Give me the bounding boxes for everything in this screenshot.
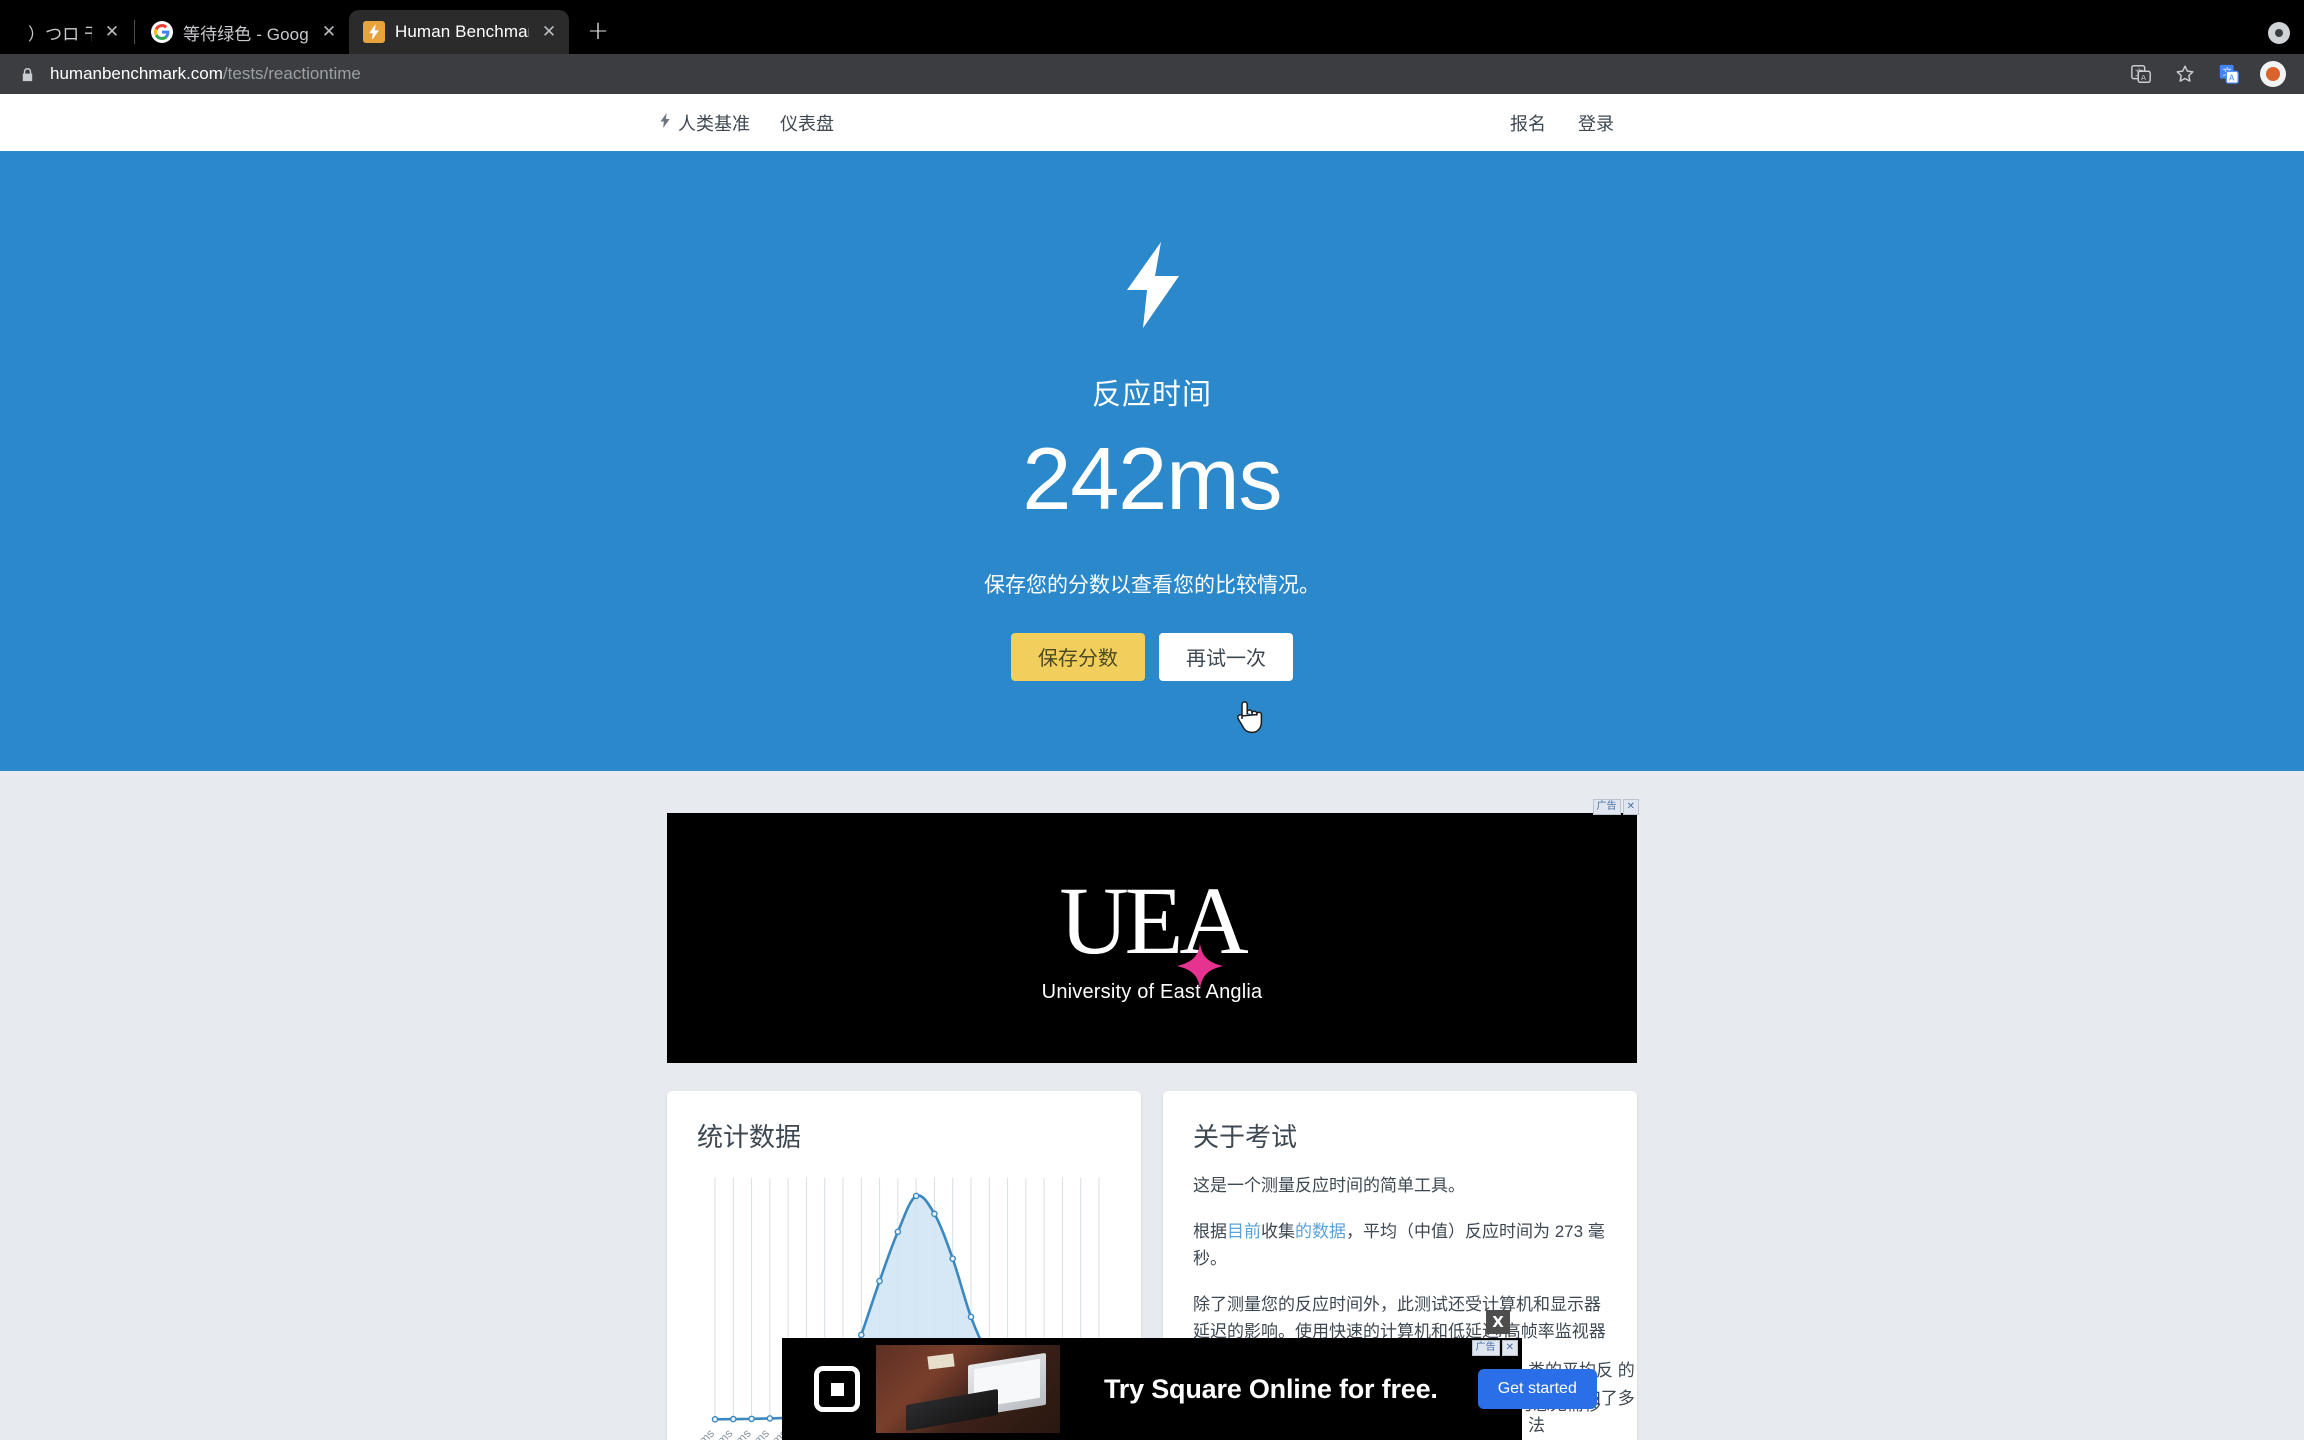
uea-advertisement[interactable]: UEA University of East Anglia: [667, 813, 1637, 1063]
ad-badges: 广告 ✕: [1592, 799, 1639, 815]
about-paragraph: 根据目前收集的数据，平均（中值）反应时间为 273 毫秒。: [1193, 1218, 1607, 1273]
chart-data-point: [894, 1228, 902, 1236]
about-link[interactable]: 目前: [1227, 1222, 1261, 1241]
ad-label-badge[interactable]: 广告: [1592, 799, 1621, 815]
statistics-title: 统计数据: [697, 1122, 802, 1152]
browser-tab-bilibili[interactable]: ）つロ 干杯~-bili ✕: [0, 10, 132, 54]
bottom-ad-headline: Try Square Online for free.: [1104, 1373, 1438, 1404]
tab-title: 等待绿色 - Google 搜索: [183, 24, 309, 44]
about-link[interactable]: 的数据: [1295, 1222, 1346, 1241]
chart-data-point: [729, 1415, 737, 1423]
address-bar[interactable]: humanbenchmark.com/tests/reactiontime: [14, 59, 2118, 89]
reaction-time-hero: 反应时间 242ms 保存您的分数以查看您的比较情况。 保存分数 再试一次: [0, 151, 2304, 771]
nav-item-signup[interactable]: 报名: [1510, 110, 1546, 136]
ad-photo-note: [927, 1353, 955, 1370]
lightning-bolt-icon: [1121, 241, 1183, 333]
bilibili-icon: [0, 21, 18, 43]
lightning-icon: [660, 112, 671, 133]
save-score-button[interactable]: 保存分数: [1011, 632, 1145, 681]
tab-close-icon[interactable]: ✕: [319, 22, 339, 42]
browser-tab-human-benchmark[interactable]: Human Benchmark - Reaction ✕: [349, 10, 569, 54]
uea-subtitle: University of East Anglia: [1041, 980, 1263, 1003]
bottom-ad-close-button[interactable]: X: [1486, 1310, 1510, 1334]
nav-brand-link[interactable]: 人类基准: [660, 110, 750, 136]
try-again-button[interactable]: 再试一次: [1159, 632, 1293, 681]
bottom-ad-square[interactable]: X 广告 ✕ Try Square Online for free. Get s…: [782, 1310, 1597, 1440]
about-text: 收集: [1261, 1221, 1295, 1241]
uea-logo-text: UEA: [1059, 866, 1248, 974]
svg-text:A: A: [2229, 73, 2235, 82]
reaction-score: 242ms: [1022, 428, 1282, 528]
lightning-icon: [363, 21, 385, 43]
toolbar-icons: 文 A 文 A: [2128, 61, 2290, 87]
window-controls: [2268, 22, 2304, 54]
bottom-ad-label-badge[interactable]: 广告: [1471, 1340, 1500, 1356]
avatar-inner: [2266, 67, 2280, 81]
uea-logo: UEA: [1059, 872, 1249, 989]
browser-tab-google-search[interactable]: 等待绿色 - Google 搜索 ✕: [137, 10, 349, 54]
hero-button-group: 保存分数 再试一次: [1011, 632, 1293, 681]
bottom-ad-cta-button[interactable]: Get started: [1477, 1369, 1597, 1409]
site-navigation: 人类基准 仪表盘 报名 登录: [0, 94, 2304, 151]
url-text: humanbenchmark.com/tests/reactiontime: [50, 64, 361, 84]
page-title: 反应时间: [1091, 378, 1212, 411]
chart-data-point: [967, 1313, 975, 1321]
about-title: 关于考试: [1193, 1122, 1298, 1152]
browser-window: ）つロ 干杯~-bili ✕ 等待绿色 - Google 搜索 ✕: [0, 0, 2304, 1440]
square-logo-inner: [830, 1382, 844, 1396]
about-paragraph: 这是一个测量反应时间的简单工具。: [1193, 1172, 1607, 1200]
chart-data-point: [711, 1416, 719, 1423]
svg-text:A: A: [2141, 73, 2146, 82]
tab-close-icon[interactable]: ✕: [539, 22, 559, 42]
chart-data-point: [748, 1415, 755, 1423]
mouse-cursor-pointer: [1232, 698, 1264, 741]
nav-item-dashboard[interactable]: 仪表盘: [780, 110, 834, 136]
url-path: /tests/reactiontime: [222, 64, 361, 83]
tab-divider: [134, 20, 135, 44]
ad-photo-keyboard: [906, 1388, 998, 1432]
tab-title: Human Benchmark - Reaction: [395, 22, 529, 41]
chart-data-point: [912, 1192, 920, 1200]
chart-data-point: [949, 1255, 957, 1262]
chart-data-point: [857, 1331, 865, 1339]
top-ad-container: 广告 ✕ UEA University of East Anglia: [667, 799, 1639, 1063]
bottom-ad-close-icon[interactable]: ✕: [1501, 1340, 1518, 1356]
hero-subtitle: 保存您的分数以查看您的比较情况。: [984, 573, 1320, 597]
chart-data-point: [931, 1210, 938, 1218]
bookmark-star-icon[interactable]: [2172, 61, 2198, 87]
about-text: 这是一个测量反应时间的简单工具。: [1193, 1176, 1465, 1195]
tab-close-icon[interactable]: ✕: [102, 22, 122, 42]
nav-left-group: 人类基准 仪表盘: [660, 110, 834, 136]
chart-data-point: [876, 1277, 883, 1285]
page-viewport: 人类基准 仪表盘 报名 登录 反应时间 242ms 保存您的分数以查看您的比较情…: [0, 94, 2304, 1440]
nav-item-login[interactable]: 登录: [1578, 110, 1614, 136]
bottom-ad-image: [876, 1345, 1060, 1433]
google-icon: [151, 21, 173, 43]
tab-title: ）つロ 干杯~-bili: [28, 24, 92, 44]
translate-icon[interactable]: 文 A: [2128, 61, 2154, 87]
nav-right-group: 报名 登录: [1510, 110, 1614, 136]
square-logo-icon: [814, 1366, 860, 1412]
profile-avatar[interactable]: [2260, 61, 2286, 87]
new-tab-button[interactable]: +: [579, 12, 617, 50]
chart-data-point: [766, 1415, 774, 1422]
browser-toolbar: humanbenchmark.com/tests/reactiontime 文 …: [0, 54, 2304, 94]
url-host: humanbenchmark.com: [50, 64, 223, 83]
tab-strip: ）つロ 干杯~-bili ✕ 等待绿色 - Google 搜索 ✕: [0, 0, 2304, 54]
page-info-icon[interactable]: [14, 61, 40, 87]
nav-brand-label: 人类基准: [678, 113, 750, 134]
bottom-ad-badges: 广告 ✕: [1471, 1340, 1518, 1356]
extension-translate-icon[interactable]: 文 A: [2216, 61, 2242, 87]
ad-close-icon[interactable]: ✕: [1622, 799, 1639, 815]
about-text: 根据: [1193, 1221, 1227, 1241]
window-menu-icon[interactable]: [2268, 22, 2290, 44]
